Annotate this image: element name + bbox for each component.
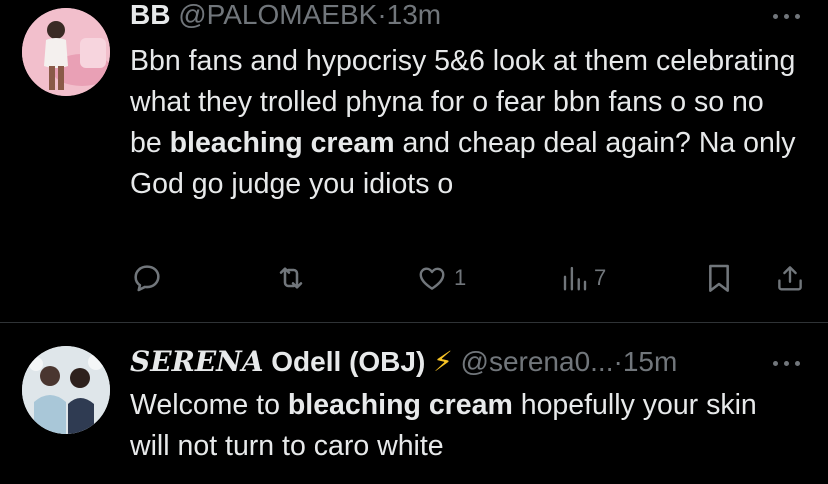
avatar[interactable] xyxy=(22,346,110,434)
tweet[interactable]: 𝑺𝑬𝑹𝑬𝑵𝑨 Odell (OBJ) ⚡ @serena0...·15m Wel… xyxy=(0,323,828,484)
reply-icon xyxy=(134,265,160,292)
views-count: 7 xyxy=(594,265,607,290)
tweet-text-part: Welcome to xyxy=(130,389,288,421)
retweet-icon xyxy=(279,267,303,289)
more-icon[interactable] xyxy=(770,6,804,26)
share-icon xyxy=(778,266,802,291)
user-handle[interactable]: @PALOMAEBK xyxy=(178,0,377,30)
retweet-button[interactable] xyxy=(274,256,308,300)
display-name[interactable]: Odell (OBJ) xyxy=(264,346,434,377)
avatar-image xyxy=(22,8,110,96)
action-bar: 1 7 xyxy=(0,256,828,300)
timestamp[interactable]: 13m xyxy=(387,0,441,30)
like-icon xyxy=(419,267,445,290)
more-icon[interactable] xyxy=(770,353,804,373)
tweet-text-bold: bleaching cream xyxy=(169,127,395,159)
tweet-text: Welcome to bleaching cream hopefully you… xyxy=(130,385,800,467)
tweet[interactable]: BB @PALOMAEBK·13m Bbn fans and hypocrisy… xyxy=(0,0,828,322)
lightning-icon: ⚡ xyxy=(433,346,453,377)
tweet-text-bold: bleaching cream xyxy=(287,389,513,421)
tweet-text: Bbn fans and hypocrisy 5&6 look at them … xyxy=(130,41,800,205)
avatar-image xyxy=(22,346,110,434)
views-icon xyxy=(563,266,587,291)
separator-dot: · xyxy=(377,0,387,30)
reply-button[interactable] xyxy=(131,256,163,300)
views-button[interactable]: 7 xyxy=(562,256,606,300)
timestamp[interactable]: 15m xyxy=(623,346,677,377)
separator-dot: · xyxy=(613,346,623,377)
tweet-header: 𝑺𝑬𝑹𝑬𝑵𝑨 Odell (OBJ) ⚡ @serena0...·15m xyxy=(130,345,677,379)
display-name[interactable]: BB xyxy=(130,0,170,30)
tweet-header: BB @PALOMAEBK·13m xyxy=(130,0,441,32)
bookmark-icon xyxy=(709,264,729,292)
display-name-stylized[interactable]: 𝑺𝑬𝑹𝑬𝑵𝑨 xyxy=(130,345,264,378)
like-button[interactable]: 1 xyxy=(416,256,466,300)
like-count: 1 xyxy=(454,265,467,290)
share-button[interactable] xyxy=(775,256,805,300)
bookmark-button[interactable] xyxy=(705,256,733,300)
avatar[interactable] xyxy=(22,8,110,96)
user-handle[interactable]: @serena0... xyxy=(461,346,614,377)
